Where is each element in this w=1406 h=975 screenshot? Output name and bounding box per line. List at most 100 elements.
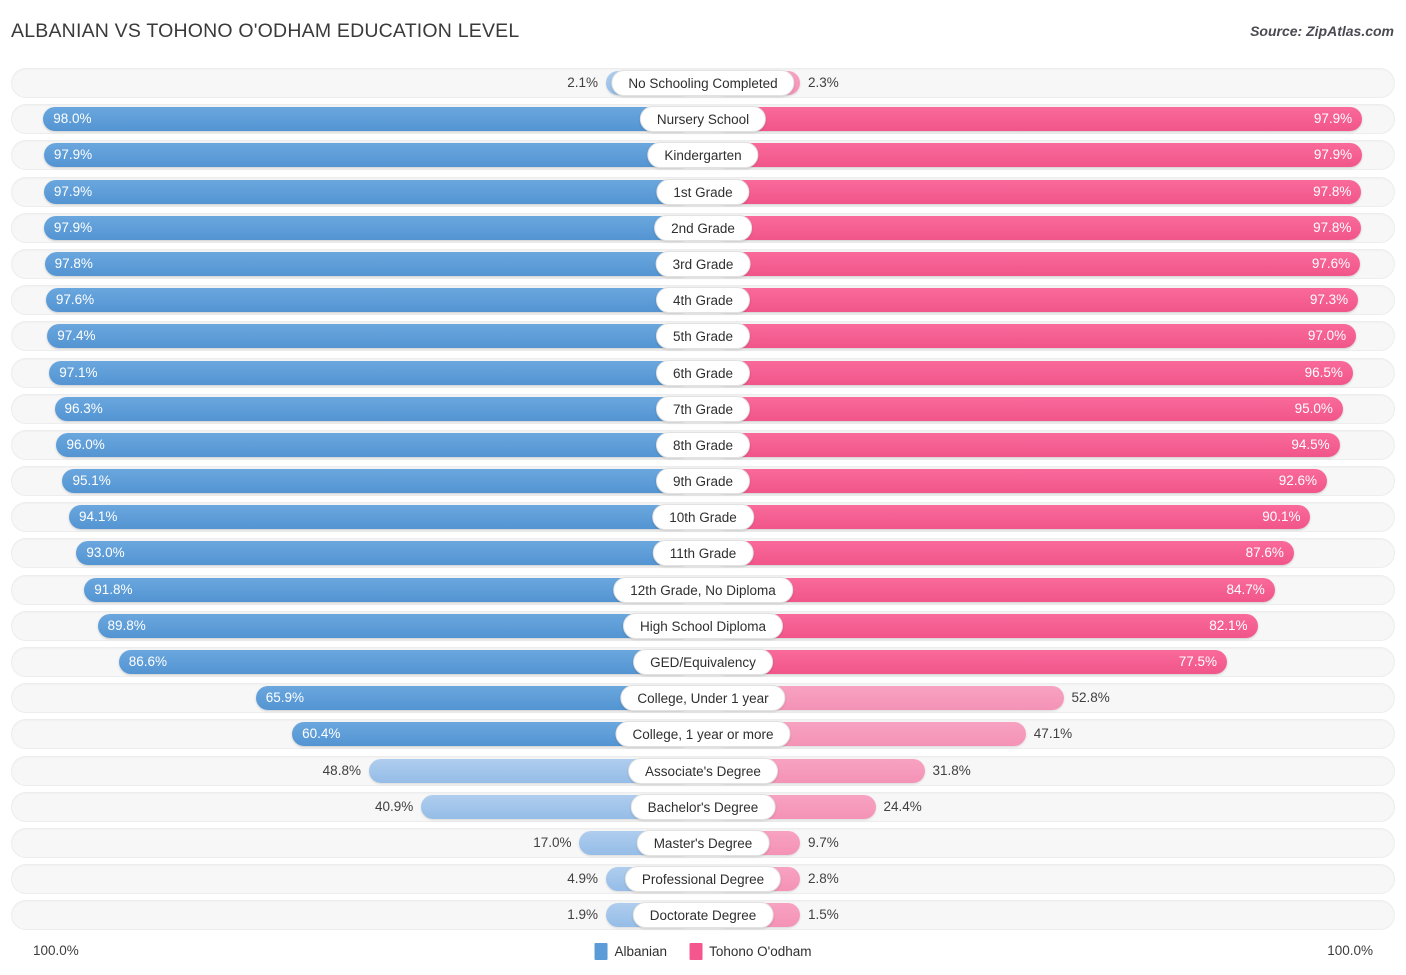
bar-value-tohono-oodham: 24.4% [883,798,922,814]
bar-row: 96.3% 95.0% 7th Grade [11,393,1395,424]
category-label[interactable]: Associate's Degree [628,757,778,784]
bar-row: 97.9% 97.9% Kindergarten [11,140,1395,171]
category-label[interactable]: No Schooling Completed [611,70,795,96]
bar-albanian [56,432,692,457]
bar-half-albanian: 93.0% [30,541,692,566]
category-label[interactable]: Nursery School [639,106,767,133]
category-label[interactable]: 2nd Grade [654,214,752,241]
bar-row: 97.4% 97.0% 5th Grade [11,321,1395,352]
bar-value-tohono-oodham: 77.5% [1178,654,1218,669]
bar-row: 4.9% 2.8% Professional Degree [11,864,1395,895]
bar-row: 65.9% 52.8% College, Under 1 year [11,683,1395,714]
bar-half-tohono-oodham: 90.1% [714,505,1376,530]
category-label[interactable]: 6th Grade [655,359,751,386]
category-label[interactable]: Master's Degree [636,829,770,856]
bar-half-tohono-oodham: 94.5% [714,432,1376,457]
bar-row: 91.8% 84.7% 12th Grade, No Diploma [11,574,1395,605]
bar-value-albanian: 97.9% [53,219,93,235]
bar-row: 89.8% 82.1% High School Diploma [11,610,1395,641]
bar-value-albanian: 97.9% [53,147,93,163]
bar-albanian [44,251,692,276]
bar-row: 40.9% 24.4% Bachelor's Degree [11,791,1395,822]
bar-half-tohono-oodham: 97.8% [714,179,1376,204]
bar-value-tohono-oodham: 1.5% [808,907,839,923]
bar-value-tohono-oodham: 90.1% [1262,509,1301,525]
bar-albanian [62,469,692,494]
bar-value-tohono-oodham: 97.0% [1307,328,1347,344]
bar-row: 1.9% 1.5% Doctorate Degree [11,900,1395,931]
category-label[interactable]: 11th Grade [652,540,754,567]
category-label[interactable]: 3rd Grade [655,250,751,277]
category-label[interactable]: 1st Grade [656,178,750,205]
bar-half-albanian: 98.0% [30,107,692,132]
bar-half-tohono-oodham: 87.6% [714,541,1376,566]
bar-value-albanian: 65.9% [265,690,305,706]
bar-half-tohono-oodham: 24.4% [714,794,1376,819]
bar-value-albanian: 94.1% [79,509,118,525]
bar-value-tohono-oodham: 97.9% [1313,147,1353,163]
bar-value-tohono-oodham: 87.6% [1245,545,1284,561]
bar-half-albanian: 40.9% [30,794,692,819]
bar-row: 97.9% 97.8% 2nd Grade [11,212,1395,243]
bar-tohono-oodham [714,360,1353,385]
bar-albanian [47,324,692,349]
category-label[interactable]: High School Diploma [622,612,784,639]
category-label[interactable]: Kindergarten [647,142,759,169]
bar-row: 94.1% 90.1% 10th Grade [11,502,1395,533]
bar-half-tohono-oodham: 1.5% [714,903,1376,928]
bar-albanian [43,215,692,240]
category-label[interactable]: 10th Grade [652,504,754,531]
bar-value-tohono-oodham: 92.6% [1278,473,1318,489]
bar-half-tohono-oodham: 97.9% [714,107,1376,132]
bar-value-albanian: 40.9% [374,798,414,814]
source-label: Source: ZipAtlas.com [1250,23,1394,39]
legend-item[interactable]: Albanian [594,942,668,960]
bar-albanian [69,505,692,530]
bar-half-tohono-oodham: 77.5% [714,650,1376,674]
bar-tohono-oodham [714,650,1228,674]
bar-albanian [118,650,692,674]
bar-albanian [43,179,692,204]
bar-value-albanian: 97.8% [54,255,93,271]
category-label[interactable]: 9th Grade [655,468,751,495]
bar-value-tohono-oodham: 82.1% [1209,617,1248,633]
category-label[interactable]: Bachelor's Degree [630,793,776,820]
page-title: ALBANIAN VS TOHONO O'ODHAM EDUCATION LEV… [11,20,520,42]
bar-value-albanian: 93.0% [86,545,125,561]
bar-rows-container: 2.1% 2.3% No Schooling Completed 98.0% 97.9%… [11,68,1395,937]
bar-tohono-oodham [714,396,1343,421]
category-label[interactable]: 8th Grade [655,431,751,458]
bar-value-tohono-oodham: 97.8% [1313,183,1352,199]
category-label[interactable]: College, Under 1 year [620,685,786,712]
category-label[interactable]: GED/Equivalency [633,649,773,675]
bar-row: 96.0% 94.5% 8th Grade [11,429,1395,460]
bar-value-tohono-oodham: 84.7% [1226,581,1265,597]
bar-half-albanian: 2.1% [30,71,692,95]
bar-value-albanian: 60.4% [302,726,341,742]
bar-half-albanian: 97.9% [30,179,692,204]
bar-row: 86.6% 77.5% GED/Equivalency [11,647,1395,677]
bar-half-albanian: 17.0% [30,830,692,855]
bar-row: 93.0% 87.6% 11th Grade [11,538,1395,569]
bar-tohono-oodham [714,143,1363,168]
bar-tohono-oodham [714,288,1359,313]
category-label[interactable]: 5th Grade [655,323,751,350]
category-label[interactable]: 7th Grade [655,395,751,422]
category-label[interactable]: 4th Grade [655,287,751,314]
category-label[interactable]: Doctorate Degree [632,902,774,929]
chart-page: ALBANIAN VS TOHONO O'ODHAM EDUCATION LEV… [0,0,1406,975]
bar-half-tohono-oodham: 97.9% [714,143,1376,168]
bar-half-tohono-oodham: 97.0% [714,324,1376,349]
bar-tohono-oodham [714,215,1362,240]
bar-tohono-oodham [714,613,1258,638]
category-label[interactable]: Professional Degree [624,866,782,893]
bar-half-albanian: 96.3% [30,396,692,421]
bar-albanian [54,396,692,421]
legend-label: Albanian [614,943,668,959]
category-label[interactable]: College, 1 year or more [615,721,791,748]
category-label[interactable]: 12th Grade, No Diploma [613,576,793,603]
bar-row: 97.6% 97.3% 4th Grade [11,285,1395,316]
bar-value-tohono-oodham: 96.5% [1304,364,1343,380]
legend-item[interactable]: Tohono O'odham [689,942,811,960]
bar-tohono-oodham [714,251,1361,276]
